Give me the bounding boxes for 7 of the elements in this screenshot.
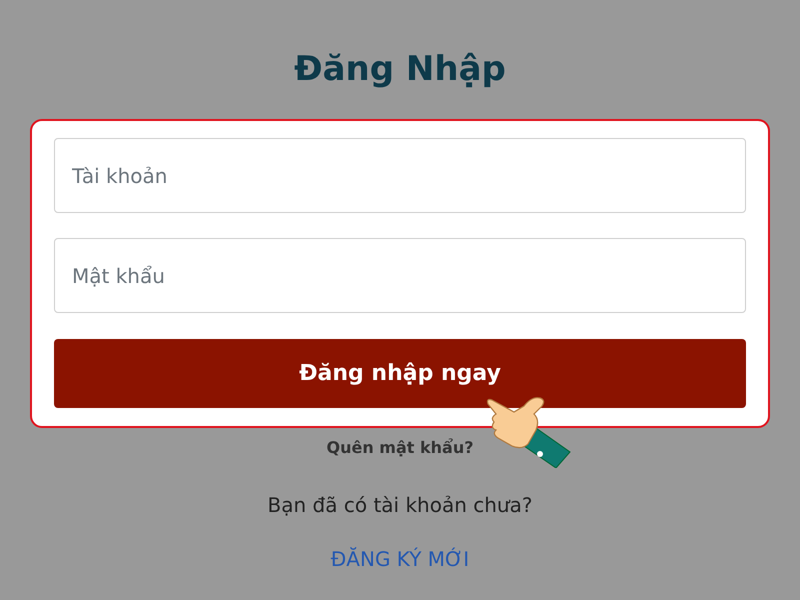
input-field[interactable]: Mật khẩu [54,238,746,313]
page-title: Đăng Nhập [294,48,506,91]
register-prompt: Bạn đã có tài khoản chưa? [268,492,532,518]
login-button[interactable]: Đăng nhập ngay [54,339,746,408]
forgot-password-link[interactable]: Quên mật khẩu? [326,438,474,458]
input-field[interactable]: Tài khoản [54,138,746,213]
register-link[interactable]: ĐĂNG KÝ MỚI [330,546,470,572]
